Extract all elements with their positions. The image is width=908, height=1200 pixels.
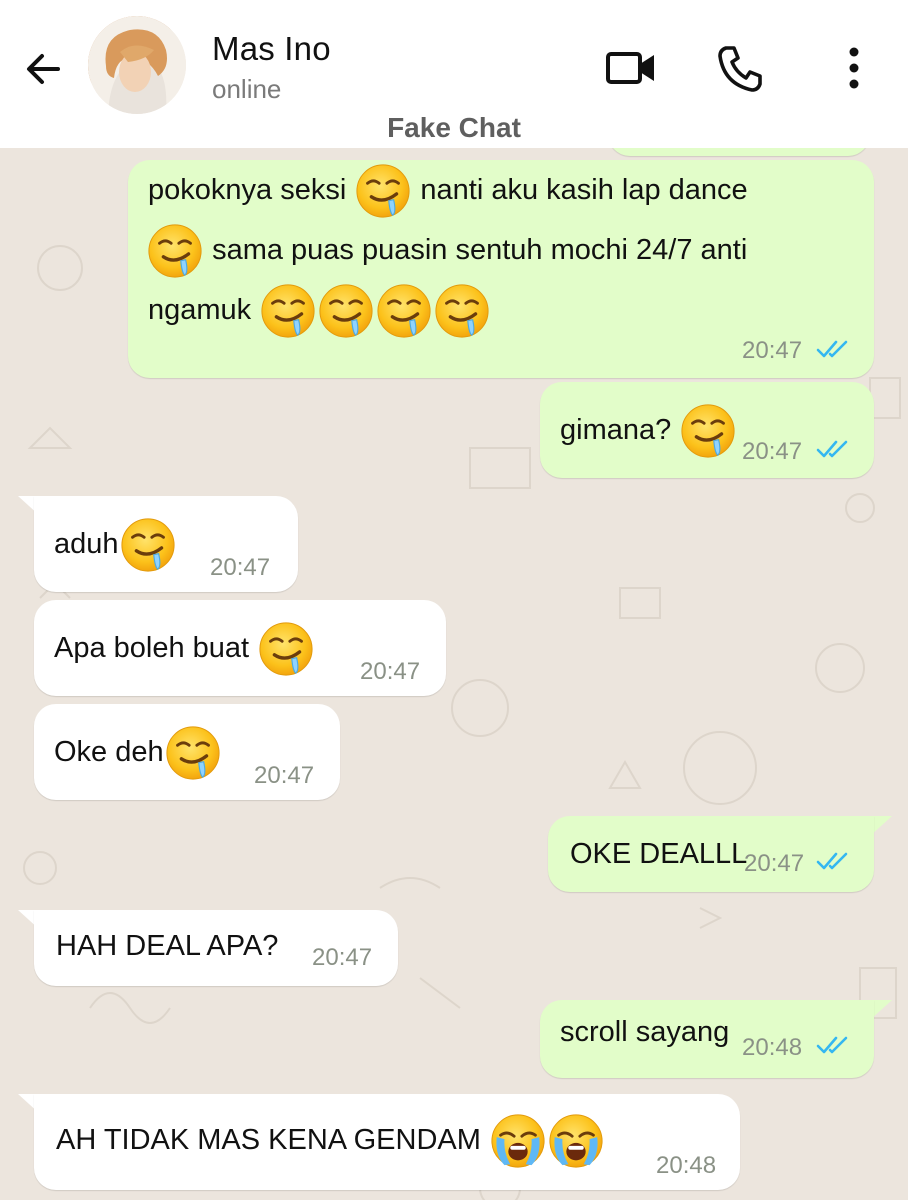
avatar-photo [88,16,186,114]
read-receipt-icon [816,850,854,872]
drooling-face-emoji [119,516,177,574]
message-text: ngamuk [148,294,252,326]
drooling-face-emoji [164,724,222,782]
message-time: 20:48 [656,1152,717,1179]
message-bubble-incoming[interactable]: Oke deh 20:47 [34,704,340,800]
message-text-line: sama puas puasin sentuh mochi 24/7 anti [146,220,747,280]
read-receipt-icon [816,338,854,360]
message-bubble-outgoing[interactable]: gimana? 20:47 [540,382,874,478]
contact-name[interactable]: Mas Ino [212,30,331,68]
message-text-line: Apa boleh buat [54,618,315,678]
more-options-icon[interactable] [826,40,882,96]
message-text: sama puas puasin sentuh mochi 24/7 anti [212,234,748,266]
read-receipt-icon [816,438,854,460]
fake-chat-label: Fake Chat [387,112,521,143]
message-time: 20:47 [360,658,421,685]
message-text: scroll sayang [560,1016,730,1048]
avatar[interactable] [88,16,186,114]
message-bubble-incoming[interactable]: Apa boleh buat 20:47 [34,600,446,696]
message-text: Oke deh [54,736,164,768]
drooling-face-emoji [433,282,491,340]
message-time: 20:47 [210,554,271,581]
message-bubble-incoming[interactable]: HAH DEAL APA? 20:47 [34,910,398,986]
message-text-line: gimana? [560,400,737,460]
previous-message-edge [608,148,870,156]
message-text: aduh [54,528,119,560]
message-bubble-outgoing[interactable]: scroll sayang 20:48 [540,1000,874,1078]
message-time: 20:47 [744,850,805,877]
message-text: Apa boleh buat [54,632,250,664]
message-text: HAH DEAL APA? [56,930,279,962]
chat-header: Mas Ino online Fake Chat [0,0,908,148]
chat-area[interactable]: pokoknya seksi nanti aku kasih lap dance… [0,148,908,1200]
drooling-face-emoji [259,282,317,340]
message-text-line: AH TIDAK MAS KENA GENDAM [56,1110,605,1170]
drooling-face-emoji [375,282,433,340]
drooling-face-emoji [354,162,412,220]
message-bubble-outgoing[interactable]: OKE DEALLL 20:47 [548,816,874,892]
message-time: 20:47 [742,337,803,364]
message-time: 20:48 [742,1034,803,1061]
message-text: AH TIDAK MAS KENA GENDAM [56,1124,481,1156]
message-text-line: aduh [54,514,177,574]
read-receipt-icon [816,1034,854,1056]
message-text: pokoknya seksi [148,174,347,206]
message-time: 20:47 [312,944,373,971]
message-text-line: Oke deh [54,722,222,782]
voice-call-icon[interactable] [714,40,770,96]
message-bubble-outgoing[interactable]: pokoknya seksi nanti aku kasih lap dance… [128,160,874,378]
message-text: OKE DEALLL [570,838,748,870]
drooling-face-emoji [679,402,737,460]
message-time: 20:47 [254,762,315,789]
contact-status: online [212,74,282,104]
message-text: nanti aku kasih lap dance [420,174,748,206]
message-time: 20:47 [742,438,803,465]
back-arrow-icon[interactable] [18,44,68,94]
message-text-line: pokoknya seksi nanti aku kasih lap dance [148,160,748,220]
video-call-icon[interactable] [604,40,660,96]
loudly-crying-face-emoji [547,1112,605,1170]
drooling-face-emoji [317,282,375,340]
message-text: gimana? [560,414,672,446]
drooling-face-emoji [146,222,204,280]
message-text-line: ngamuk [148,280,491,340]
drooling-face-emoji [257,620,315,678]
message-bubble-incoming[interactable]: aduh 20:47 [34,496,298,592]
loudly-crying-face-emoji [489,1112,547,1170]
message-bubble-incoming[interactable]: AH TIDAK MAS KENA GENDAM 20:48 [34,1094,740,1190]
